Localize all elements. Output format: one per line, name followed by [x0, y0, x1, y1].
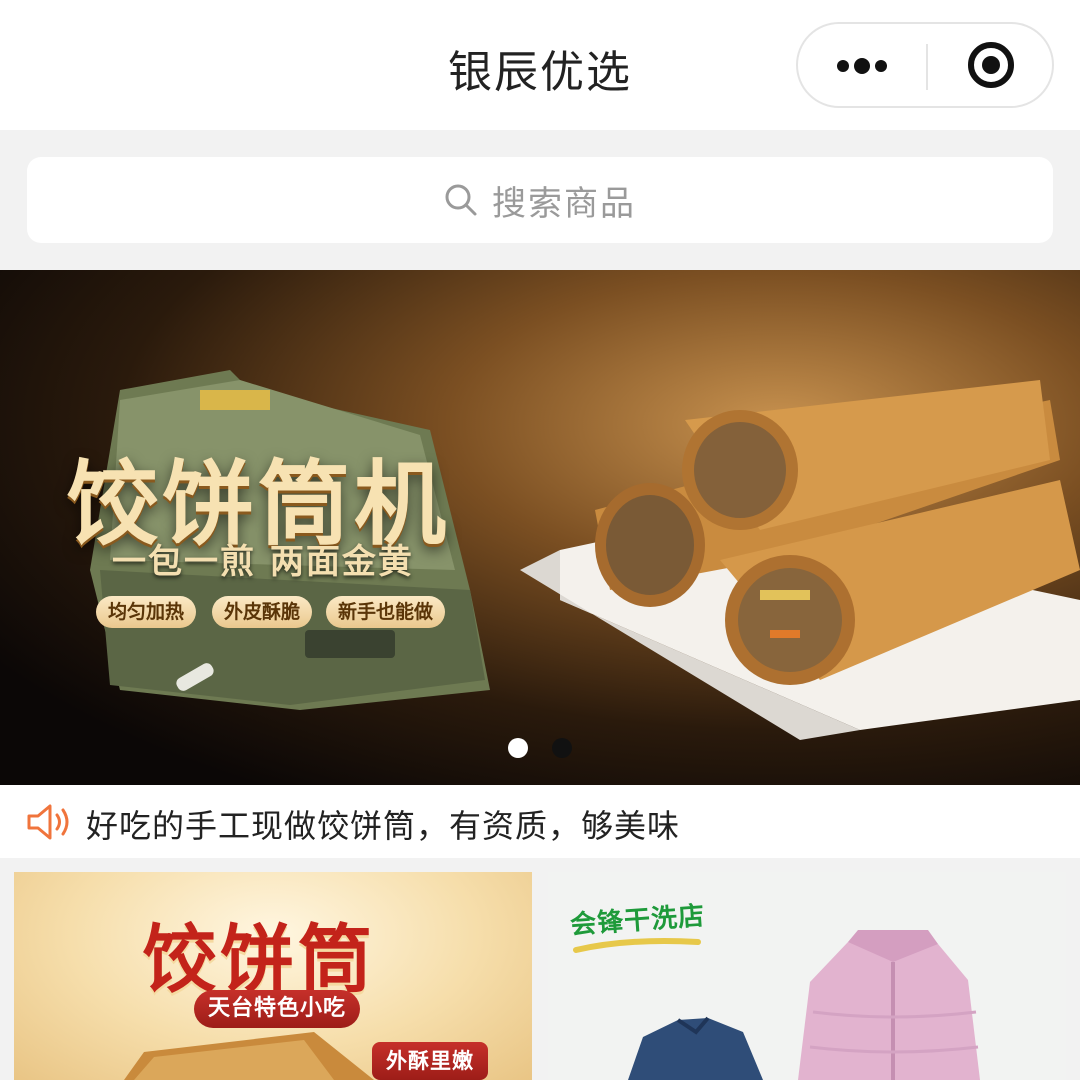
close-button[interactable] [928, 24, 1052, 106]
banner-tag: 外皮酥脆 [212, 596, 313, 628]
banner-tag: 新手也能做 [326, 596, 446, 628]
search-icon [444, 183, 478, 217]
search-placeholder: 搜索商品 [492, 183, 636, 224]
capsule-menu [796, 22, 1054, 108]
product-card-dumpling-roll[interactable]: 饺饼筒 天台特色小吃 外酥里嫩 [14, 872, 532, 1080]
carousel-dot-active[interactable] [508, 738, 528, 758]
search-bar[interactable]: 搜索商品 [27, 157, 1053, 243]
banner-subtitle: 一包一煎 两面金黄 [112, 542, 414, 582]
more-button[interactable] [798, 24, 926, 106]
speaker-icon [26, 802, 74, 842]
navigation-bar: 银辰优选 [0, 0, 1080, 130]
promo-banner[interactable]: 饺饼筒机 一包一煎 两面金黄 均匀加热 外皮酥脆 新手也能做 [0, 270, 1080, 785]
product-card-dry-cleaning[interactable]: 会锋干洗店 [548, 872, 1066, 1080]
clothing-image [573, 930, 980, 1080]
notice-text: 好吃的手工现做饺饼筒，有资质，够美味 [86, 807, 681, 845]
card-badge: 外酥里嫩 [372, 1042, 488, 1080]
carousel-dot[interactable] [552, 738, 572, 758]
notice-bar[interactable]: 好吃的手工现做饺饼筒，有资质，够美味 [0, 785, 1080, 858]
card-subtitle: 天台特色小吃 [194, 990, 361, 1028]
banner-tag: 均匀加热 [96, 596, 197, 628]
